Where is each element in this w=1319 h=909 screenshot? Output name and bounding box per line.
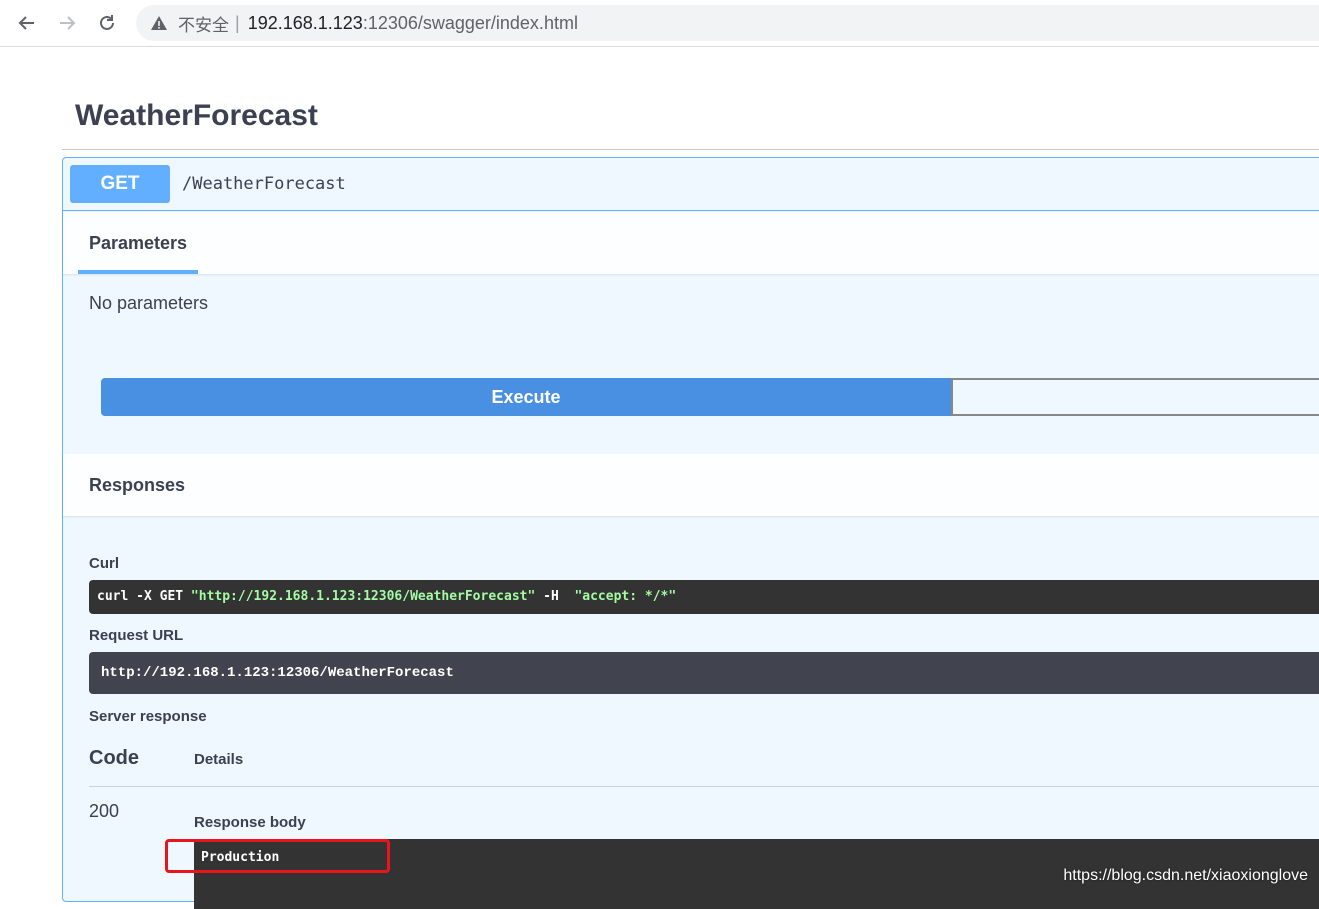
back-button[interactable] [12,8,42,38]
reload-button[interactable] [92,8,122,38]
curl-url: "http://192.168.1.123:12306/WeatherForec… [190,589,536,604]
operation-path: /WeatherForecast [182,174,346,194]
address-bar[interactable]: 不安全 | 192.168.1.123:12306/swagger/index.… [136,5,1319,41]
forward-button[interactable] [52,8,82,38]
column-header-details: Details [194,751,244,768]
request-url-label: Request URL [89,627,184,644]
table-divider [89,786,1319,787]
arrow-left-icon [18,16,34,30]
warning-triangle-icon[interactable] [150,14,168,32]
execute-button-group: Execute [101,378,1319,416]
server-response-label: Server response [89,708,207,725]
response-body-label: Response body [194,814,306,831]
no-parameters-text: No parameters [89,293,209,313]
method-badge: GET [70,165,170,203]
curl-label: Curl [89,555,119,572]
arrow-right-icon [60,16,76,30]
curl-command-box[interactable]: curl -X GET "http://192.168.1.123:12306/… [89,580,1319,614]
security-status[interactable]: 不安全 [178,11,229,36]
browser-toolbar: 不安全 | 192.168.1.123:12306/swagger/index.… [0,0,1319,47]
url-host: 192.168.1.123 [247,12,363,33]
parameters-header: Parameters [63,212,1319,274]
curl-command: curl -X GET [97,589,191,604]
curl-header-flag: -H [535,589,575,604]
curl-header-value: "accept: */*" [574,589,677,604]
tab-parameters[interactable]: Parameters [78,212,198,274]
reload-icon [100,15,114,30]
tag-title[interactable]: WeatherForecast [62,95,1319,150]
swagger-page: WeatherForecast GET /WeatherForecast Par… [0,47,1319,909]
responses-header: Responses [63,454,1319,516]
annotation-highlight-box [165,839,390,873]
request-url-box[interactable]: http://192.168.1.123:12306/WeatherForeca… [89,652,1319,694]
operation-summary[interactable]: GET /WeatherForecast [63,158,1319,211]
url-separator: | [235,12,240,33]
execute-button[interactable]: Execute [101,378,951,416]
url-path: :12306/swagger/index.html [362,12,578,33]
column-header-code: Code [89,747,139,769]
watermark: https://blog.csdn.net/xiaoxionglove [1063,867,1308,884]
response-status-code: 200 [89,801,120,821]
operation-block: GET /WeatherForecast Parameters No param… [62,157,1319,909]
responses-title: Responses [89,475,186,495]
clear-button[interactable] [951,378,1319,416]
